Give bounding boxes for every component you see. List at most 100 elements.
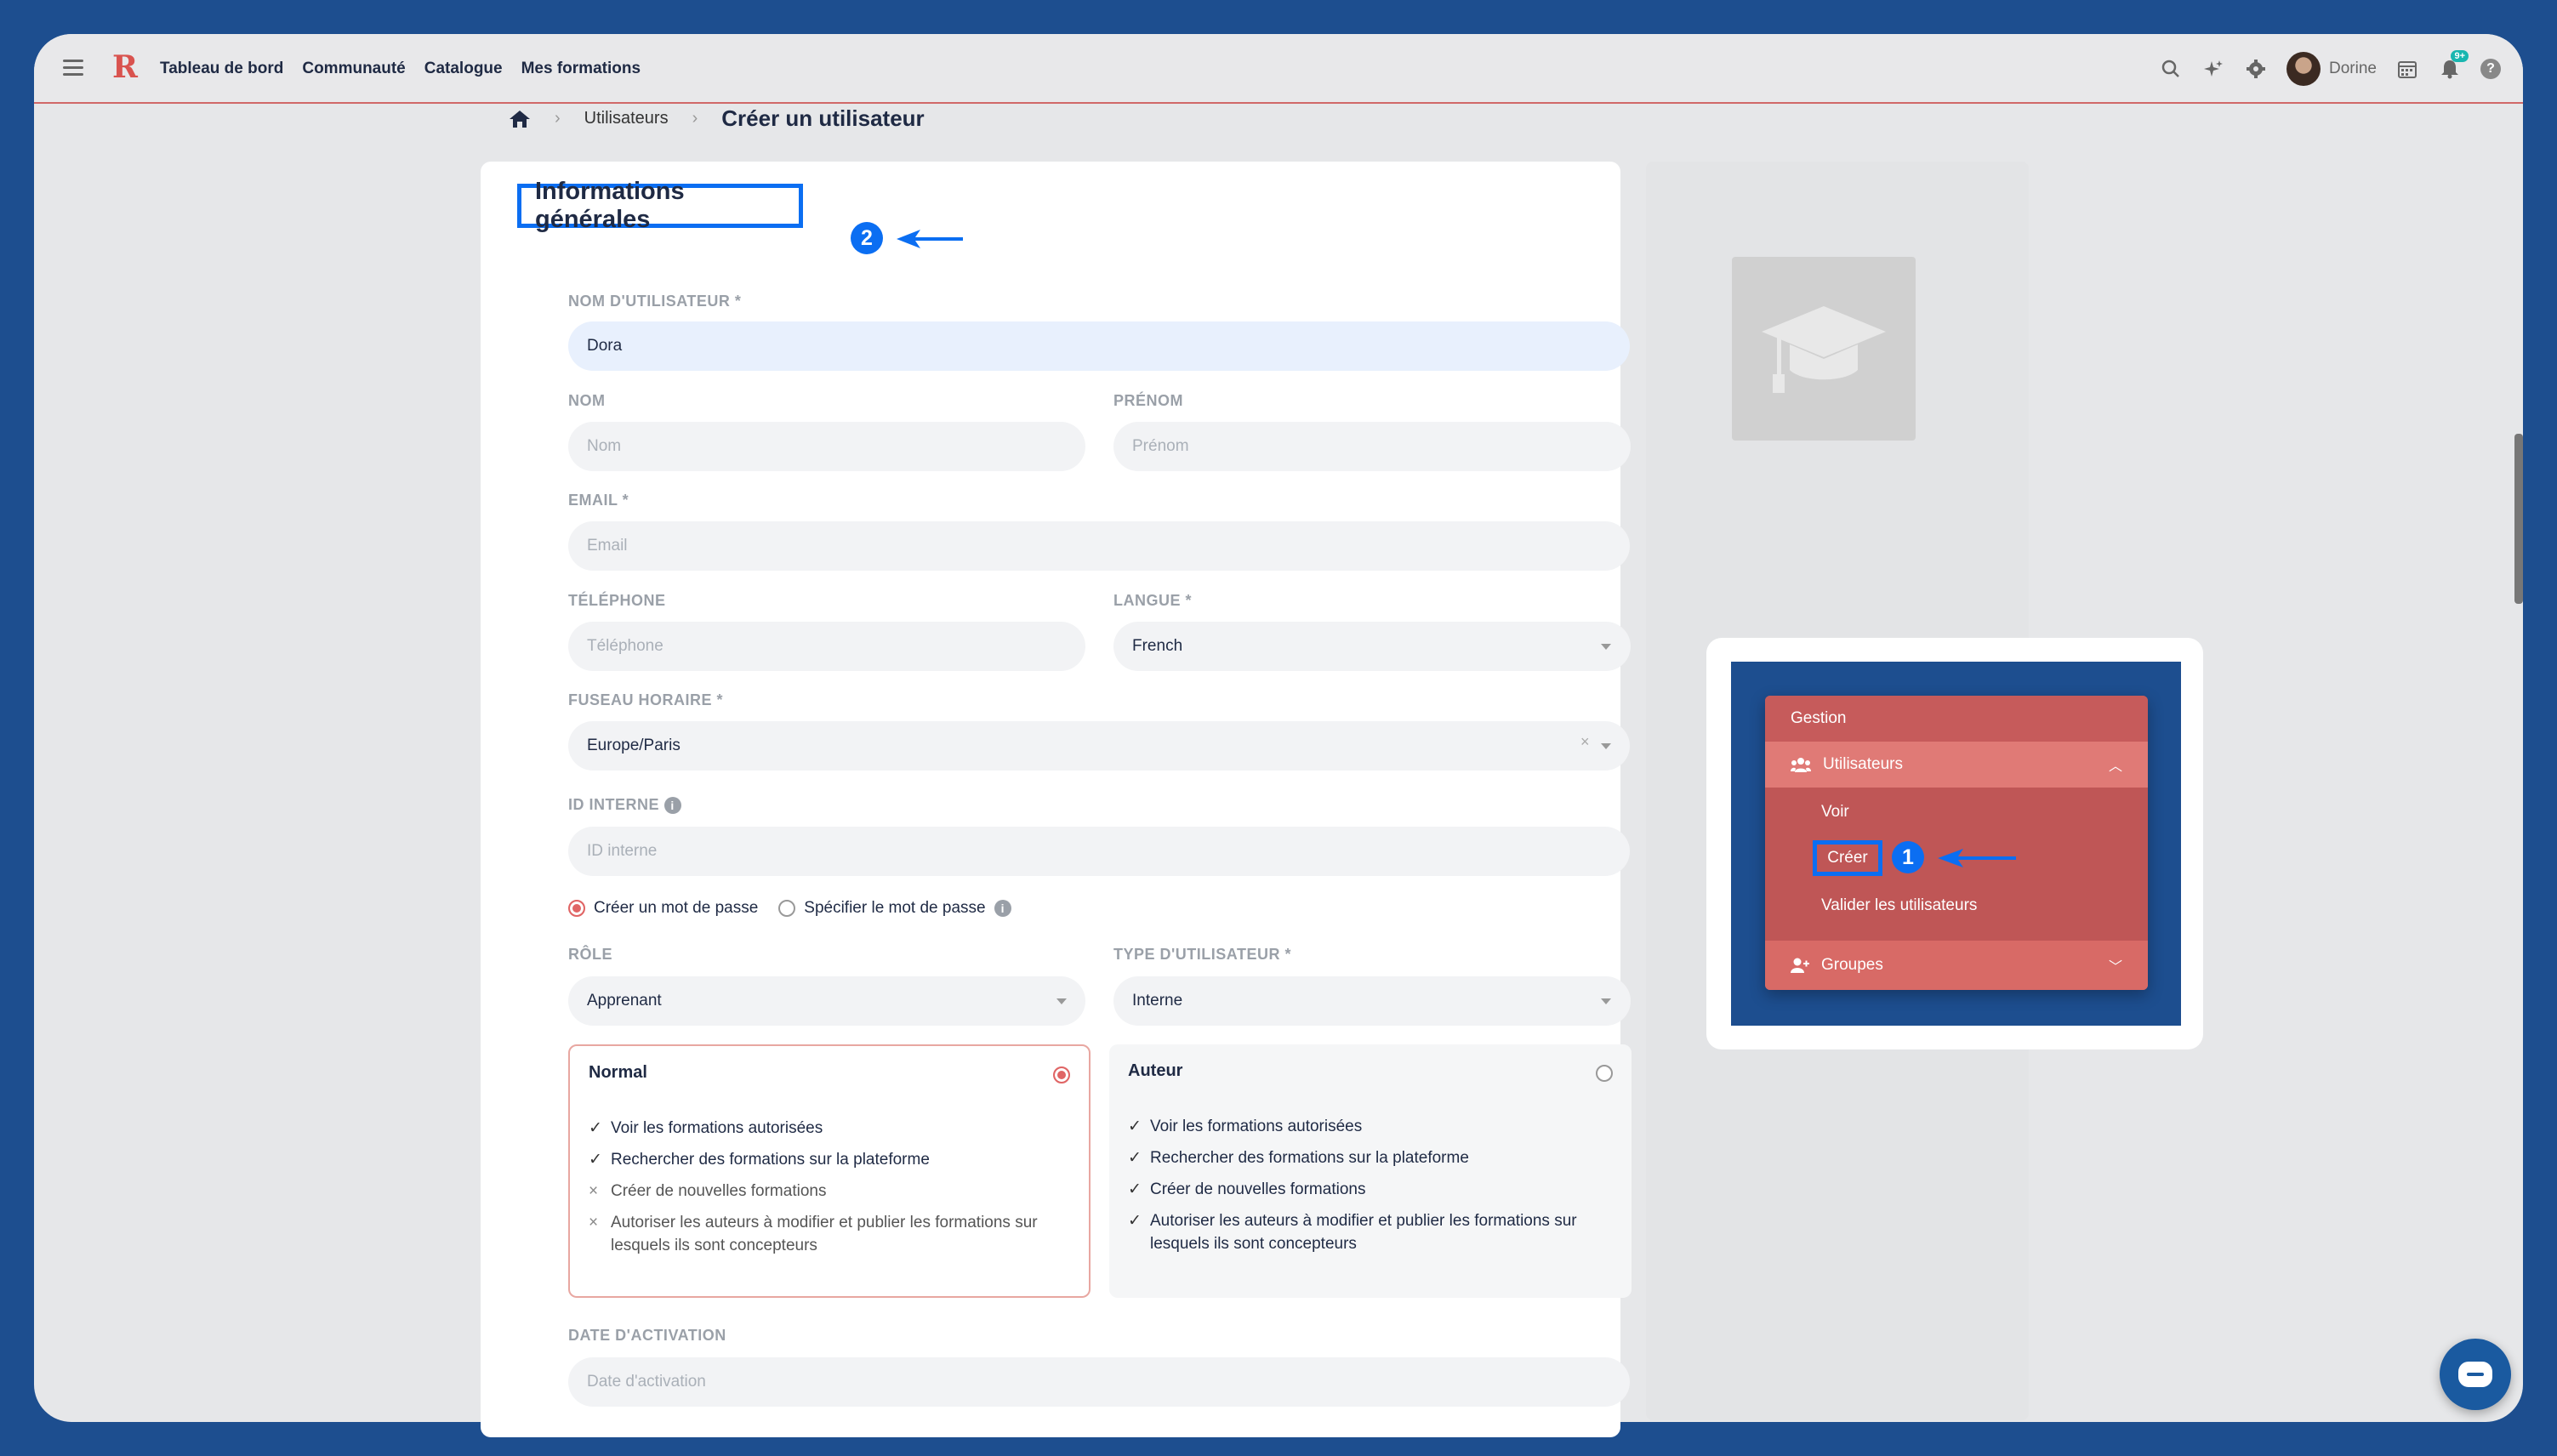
menu-header-text: Gestion [1791,709,1847,727]
check-icon: ✓ [589,1119,602,1137]
role-label: RÔLE [568,946,613,963]
role-card-auteur[interactable]: Auteur ✓ Voir les formations autorisées ✓… [1109,1044,1632,1298]
role-card-title: Normal [589,1063,647,1082]
step-badge-2: 2 [851,222,883,254]
langue-select[interactable]: French [1113,622,1631,671]
radio-specify-password[interactable] [778,900,796,917]
prenom-label: PRÉNOM [1113,392,1184,409]
password-options: Créer un mot de passe Spécifier le mot d… [568,899,1011,918]
bell-icon[interactable]: 9+ [2438,50,2469,81]
role-select[interactable]: Apprenant [568,976,1085,1026]
user-name[interactable]: Dorine [2329,60,2377,78]
group-icon [1791,958,1809,973]
user-type-value: Interne [1132,992,1183,1010]
calendar-icon[interactable] [2395,57,2419,81]
username-input[interactable] [568,321,1630,371]
activation-date-input[interactable] [568,1357,1630,1407]
user-avatar[interactable] [2286,52,2321,86]
submenu-item-valider[interactable]: Valider les utilisateurs [1821,896,1977,915]
breadcrumb-utilisateurs[interactable]: Utilisateurs [584,109,669,128]
permission-list: ✓ Voir les formations autorisées ✓ Recherc… [1128,1115,1613,1255]
check-icon: ✓ [589,1151,602,1169]
nav-communaute[interactable]: Communauté [302,60,405,78]
timezone-label: FUSEAU HORAIRE * [568,691,724,708]
phone-input[interactable] [568,622,1085,671]
menu-header-gestion: Gestion [1765,696,2148,742]
email-label: EMAIL * [568,492,629,509]
gear-icon[interactable] [2244,57,2268,81]
permission-text: Voir les formations autorisées [1150,1118,1363,1135]
nom-input[interactable] [568,422,1085,471]
search-icon[interactable] [2159,57,2183,81]
submenu-item-voir[interactable]: Voir [1821,803,1849,822]
role-card-normal[interactable]: Normal ✓ Voir les formations autorisées ✓… [568,1044,1091,1298]
radio-role-auteur[interactable] [1596,1065,1613,1082]
users-icon [1791,758,1811,772]
internal-id-label: ID INTERNE i [568,796,681,815]
permission-text: Autoriser les auteurs à modifier et publ… [1150,1212,1577,1253]
radio-create-password-label[interactable]: Créer un mot de passe [594,899,758,918]
check-icon: ✓ [1128,1212,1142,1230]
chat-support-button[interactable] [2440,1339,2511,1410]
permission-text: Créer de nouvelles formations [611,1182,827,1200]
hamburger-menu-icon[interactable] [63,60,83,77]
langue-value: French [1132,637,1183,655]
radio-specify-password-label[interactable]: Spécifier le mot de passe [804,899,985,918]
check-icon: ✓ [1128,1118,1142,1135]
chevron-down-icon[interactable]: ﹀ [2109,955,2122,975]
app-logo[interactable]: R [112,49,138,85]
nav-mes-formations[interactable]: Mes formations [521,60,641,78]
role-value: Apprenant [587,992,662,1010]
user-type-select[interactable]: Interne [1113,976,1631,1026]
menu-item-groupes[interactable]: Groupes ﹀ [1765,941,2148,990]
prenom-input[interactable] [1113,422,1631,471]
page-scrollbar[interactable] [2514,434,2523,604]
phone-label: TÉLÉPHONE [568,592,666,609]
list-item: × Créer de nouvelles formations [589,1180,1070,1203]
breadcrumb-separator: › [692,109,698,128]
clear-icon[interactable]: × [1580,733,1590,751]
chevron-down-icon[interactable] [1056,998,1067,1004]
radio-role-normal[interactable] [1053,1066,1070,1083]
section-title-informations-generales: Informations générales [517,178,803,233]
internal-id-label-text: ID INTERNE [568,796,660,813]
notification-badge: 9+ [2451,50,2469,62]
info-icon[interactable]: i [994,900,1011,917]
help-icon[interactable]: ? [2480,59,2501,79]
submenu-item-creer[interactable]: Créer [1813,840,1882,876]
callout-arrow-icon [897,230,963,248]
nav-catalogue[interactable]: Catalogue [424,60,503,78]
check-icon: ✓ [1128,1149,1142,1167]
list-item: ✓ Rechercher des formations sur la platef… [589,1148,1070,1171]
radio-create-password[interactable] [568,900,585,917]
permission-text: Rechercher des formations sur la platefo… [1150,1149,1469,1167]
activation-date-label: DATE D'ACTIVATION [568,1327,726,1344]
user-type-label: TYPE D'UTILISATEUR * [1113,946,1291,963]
nav-tableau-de-bord[interactable]: Tableau de bord [160,60,283,78]
list-item: ✓ Rechercher des formations sur la platef… [1128,1146,1613,1169]
page-title: Créer un utilisateur [721,105,925,131]
permission-text: Créer de nouvelles formations [1150,1180,1366,1198]
timezone-select[interactable]: Europe/Paris [568,721,1630,771]
info-icon[interactable]: i [663,797,681,815]
profile-image-placeholder[interactable] [1732,257,1916,441]
chevron-down-icon[interactable] [1601,743,1611,749]
list-item: ✓ Créer de nouvelles formations [1128,1178,1613,1201]
internal-id-input[interactable] [568,827,1630,876]
menu-item-utilisateurs[interactable]: Utilisateurs ︿ [1765,742,2148,788]
email-input[interactable] [568,521,1630,571]
home-icon[interactable] [509,110,531,128]
permission-list: ✓ Voir les formations autorisées ✓ Recherc… [589,1117,1070,1257]
timezone-value: Europe/Paris [587,737,681,754]
chevron-down-icon[interactable] [1601,998,1611,1004]
role-card-title: Auteur [1128,1061,1183,1080]
permission-text: Voir les formations autorisées [611,1119,823,1137]
callout-arrow-icon [1938,849,2016,867]
main-nav: Tableau de bord Communauté Catalogue Mes… [160,34,641,104]
list-item: × Autoriser les auteurs à modifier et pub… [589,1211,1070,1257]
chevron-up-icon[interactable]: ︿ [2109,754,2122,775]
menu-item-label: Groupes [1821,956,1883,974]
list-item: ✓ Voir les formations autorisées [589,1117,1070,1140]
sparkle-icon[interactable] [2201,57,2225,81]
chevron-down-icon[interactable] [1601,644,1611,650]
